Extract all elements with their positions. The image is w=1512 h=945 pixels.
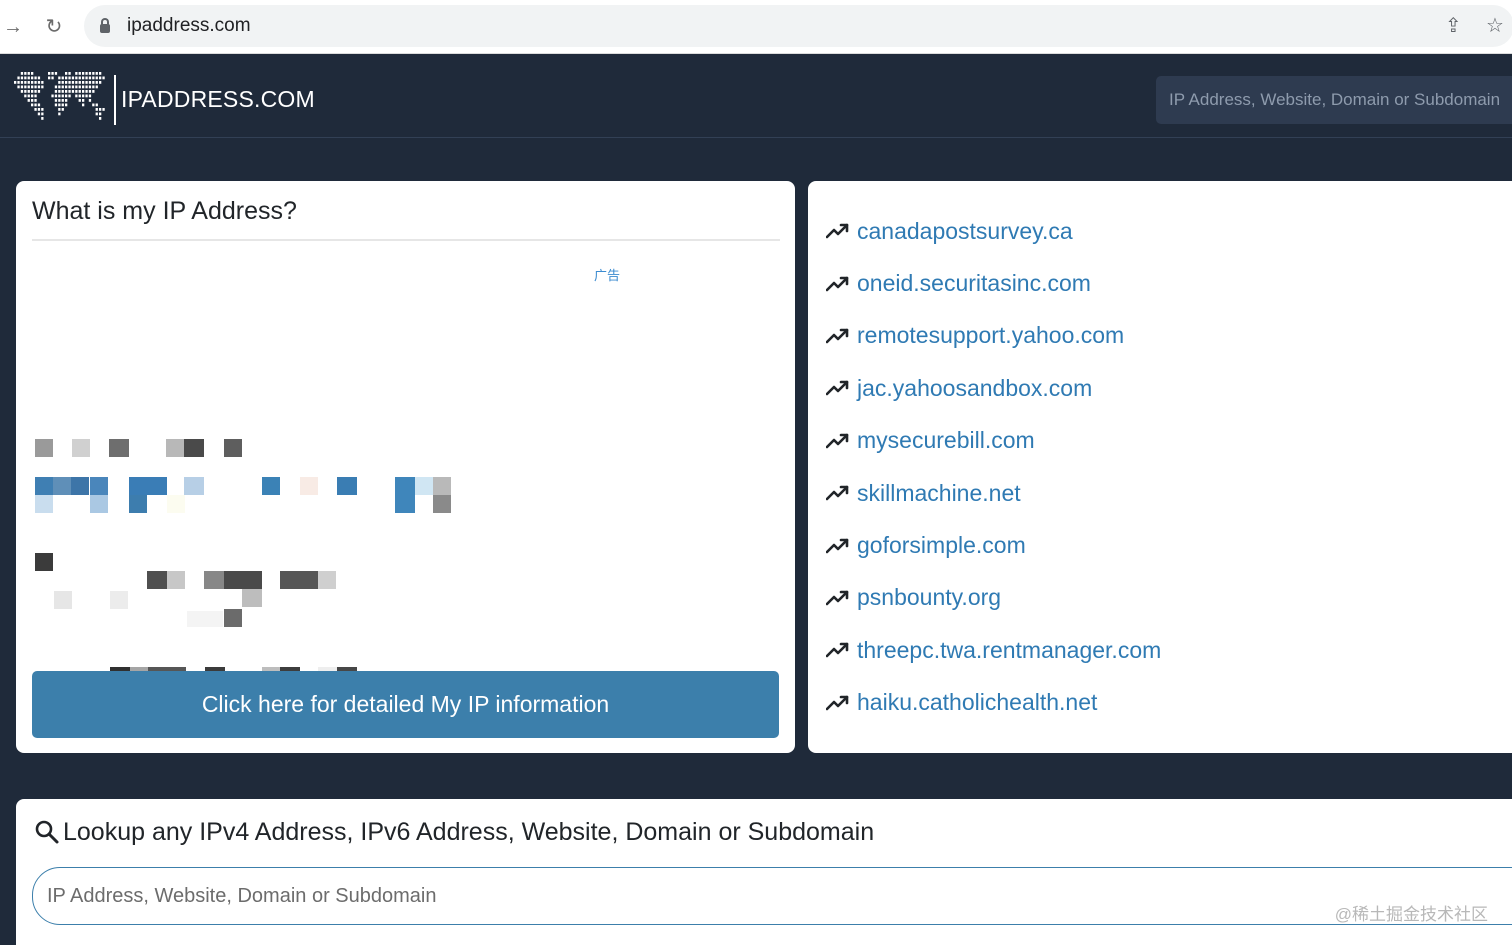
ad-label[interactable]: 广告 xyxy=(594,265,620,284)
address-bar[interactable] xyxy=(84,5,1512,47)
trending-up-icon xyxy=(826,276,849,291)
pixelated-block xyxy=(110,591,128,609)
pixelated-block xyxy=(318,571,336,589)
pixelated-block xyxy=(395,477,415,513)
pixelated-block xyxy=(72,439,90,457)
pixelated-block xyxy=(187,611,223,627)
pixelated-ip-details xyxy=(32,281,572,721)
trending-up-icon xyxy=(826,538,849,553)
pixelated-block xyxy=(109,439,129,457)
trending-link[interactable]: psnbounty.org xyxy=(857,584,1001,611)
pixelated-block xyxy=(90,495,108,513)
pixelated-block xyxy=(53,477,71,495)
pixelated-block xyxy=(71,477,89,495)
share-icon[interactable]: ⇪ xyxy=(1445,14,1462,38)
logo-separator xyxy=(114,75,116,125)
pixelated-block xyxy=(166,439,184,457)
pixelated-block xyxy=(129,477,167,495)
pixelated-block xyxy=(433,477,451,495)
pixelated-block xyxy=(90,477,108,495)
pixelated-block xyxy=(280,571,318,589)
forward-arrow-icon[interactable]: → xyxy=(0,14,26,40)
trending-link[interactable]: goforsimple.com xyxy=(857,532,1026,559)
lock-icon[interactable] xyxy=(100,18,110,33)
my-ip-card: What is my IP Address? 广告 Click here for… xyxy=(16,181,795,753)
pixelated-block xyxy=(224,571,262,589)
trending-link[interactable]: jac.yahoosandbox.com xyxy=(857,375,1092,402)
pixelated-block xyxy=(184,477,204,495)
pixelated-block xyxy=(224,609,242,627)
pixelated-block xyxy=(224,439,242,457)
card-title: What is my IP Address? xyxy=(32,197,297,225)
lookup-title: Lookup any IPv4 Address, IPv6 Address, W… xyxy=(63,818,875,846)
browser-toolbar: → ↻ ipaddress.com ⇪ ☆ xyxy=(0,0,1512,54)
site-logo-text[interactable]: IPADDRESS.COM xyxy=(121,86,315,113)
trending-up-icon xyxy=(826,433,849,449)
trending-up-icon xyxy=(826,485,849,501)
trending-item[interactable]: mysecurebill.com xyxy=(826,415,1161,467)
pixelated-block xyxy=(300,477,318,495)
pixelated-block xyxy=(35,439,53,457)
trending-item[interactable]: remotesupport.yahoo.com xyxy=(826,310,1161,362)
pixelated-block xyxy=(262,477,280,495)
trending-item[interactable]: goforsimple.com xyxy=(826,519,1161,571)
lookup-card: Lookup any IPv4 Address, IPv6 Address, W… xyxy=(16,799,1512,945)
trending-link[interactable]: remotesupport.yahoo.com xyxy=(857,322,1124,349)
pixelated-block xyxy=(54,591,72,609)
trending-item[interactable]: jac.yahoosandbox.com xyxy=(826,362,1161,414)
trending-up-icon xyxy=(826,381,849,396)
trending-link[interactable]: threepc.twa.rentmanager.com xyxy=(857,637,1161,664)
reload-icon[interactable]: ↻ xyxy=(41,14,67,40)
pixelated-block xyxy=(35,553,53,571)
pixelated-block xyxy=(129,495,147,513)
trending-up-icon xyxy=(826,643,849,658)
pixelated-block xyxy=(242,589,262,607)
pixelated-block xyxy=(35,495,53,513)
trending-item[interactable]: psnbounty.org xyxy=(826,572,1161,624)
trending-up-icon xyxy=(826,328,849,344)
trending-up-icon xyxy=(826,590,849,606)
pixelated-block xyxy=(337,477,357,495)
bookmark-star-icon[interactable]: ☆ xyxy=(1486,14,1504,38)
pixelated-block xyxy=(35,477,53,495)
trending-up-icon xyxy=(826,223,849,239)
trending-item[interactable]: oneid.securitasinc.com xyxy=(826,257,1161,309)
trending-link[interactable]: haiku.catholichealth.net xyxy=(857,689,1097,716)
trending-item[interactable]: skillmachine.net xyxy=(826,467,1161,519)
pixelated-block xyxy=(167,571,185,589)
header-search-input[interactable] xyxy=(1156,76,1512,124)
trending-item[interactable]: haiku.catholichealth.net xyxy=(826,677,1161,729)
trending-link[interactable]: oneid.securitasinc.com xyxy=(857,270,1091,297)
pixelated-block xyxy=(204,571,224,589)
pixelated-block xyxy=(184,439,204,457)
pixelated-block xyxy=(415,477,433,495)
trending-link[interactable]: canadapostsurvey.ca xyxy=(857,218,1073,245)
trending-item[interactable]: canadapostsurvey.ca xyxy=(826,205,1161,257)
pixelated-block xyxy=(167,495,185,513)
trending-list: canadapostsurvey.ca oneid.securitasinc.co… xyxy=(826,205,1161,729)
trending-link[interactable]: skillmachine.net xyxy=(857,480,1021,507)
search-icon xyxy=(35,820,59,844)
trending-domains-card: canadapostsurvey.ca oneid.securitasinc.co… xyxy=(808,181,1512,753)
pixelated-block xyxy=(433,495,451,513)
detailed-ip-info-button[interactable]: Click here for detailed My IP informatio… xyxy=(32,671,779,738)
site-header: IPADDRESS.COM xyxy=(0,55,1512,138)
url-text[interactable]: ipaddress.com xyxy=(127,15,251,37)
pixelated-block xyxy=(147,571,167,589)
world-map-logo-icon[interactable] xyxy=(14,72,106,122)
lookup-search-input[interactable] xyxy=(32,867,1512,925)
trending-item[interactable]: threepc.twa.rentmanager.com xyxy=(826,624,1161,676)
watermark-text: @稀土掘金技术社区 xyxy=(1334,905,1488,924)
trending-link[interactable]: mysecurebill.com xyxy=(857,427,1035,454)
trending-up-icon xyxy=(826,695,849,711)
card-divider xyxy=(32,239,780,241)
